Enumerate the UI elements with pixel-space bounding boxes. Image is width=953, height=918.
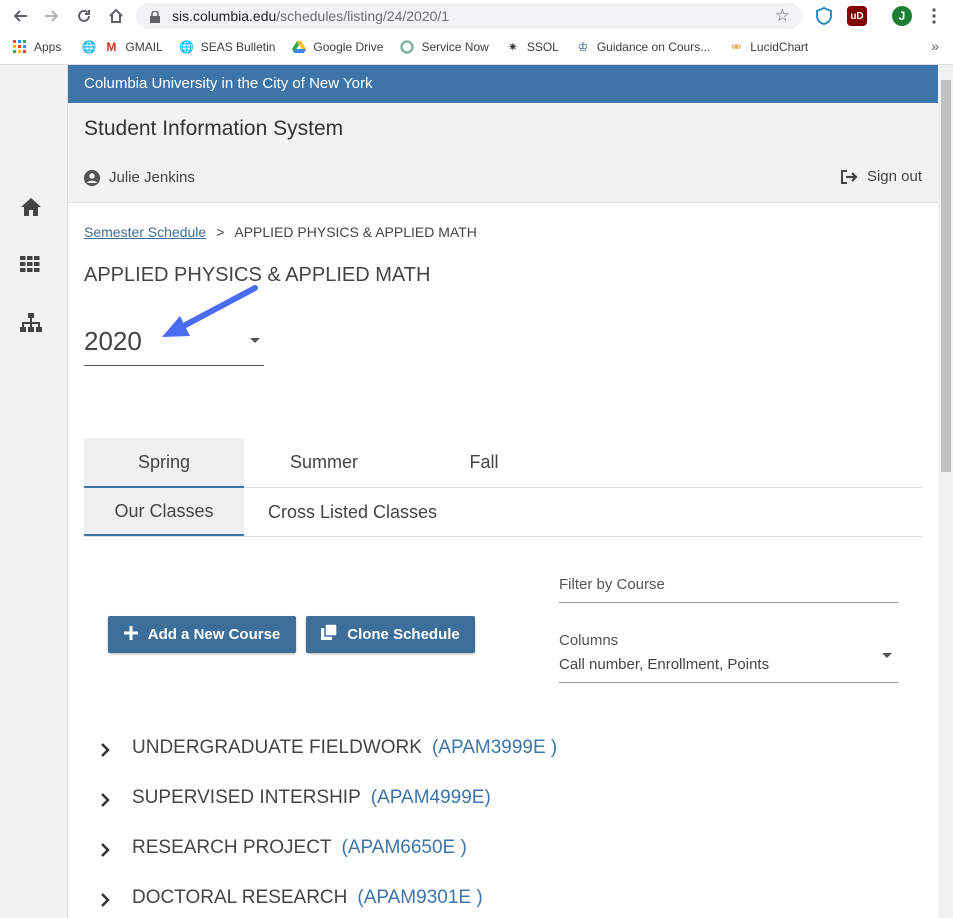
extension-shield-icon[interactable]: [814, 6, 834, 26]
tab-fall[interactable]: Fall: [404, 438, 564, 486]
list-item[interactable]: DOCTORAL RESEARCH (APAM9301E ): [100, 883, 483, 913]
sign-out-button[interactable]: Sign out: [840, 168, 922, 185]
course-name: DOCTORAL RESEARCH: [132, 887, 348, 908]
bookmark-google-drive[interactable]: Google Drive: [291, 36, 383, 58]
user-info: Julie Jenkins: [84, 169, 195, 186]
scrollbar-thumb[interactable]: [941, 80, 951, 472]
profile-avatar[interactable]: J: [892, 6, 912, 26]
left-nav-rail: [0, 65, 68, 918]
bookmark-lucidchart[interactable]: ⚮ LucidChart: [728, 36, 808, 58]
chevron-right-icon: [100, 741, 110, 757]
filter-placeholder: Filter by Course: [559, 576, 665, 593]
forward-arrow-icon[interactable]: [40, 4, 64, 28]
course-name: SUPERVISED INTERSHIP: [132, 787, 361, 808]
tab-cross-listed-classes[interactable]: Cross Listed Classes: [244, 488, 461, 536]
university-banner: Columbia University in the City of New Y…: [68, 65, 938, 103]
bookmark-gmail[interactable]: 🌐 M GMAIL: [81, 36, 163, 58]
course-code: (APAM3999E ): [431, 737, 558, 758]
lock-icon: [150, 10, 160, 23]
browser-toolbar: sis.columbia.edu/schedules/listing/24/20…: [0, 0, 953, 32]
user-circle-icon: [84, 169, 100, 186]
course-code: (APAM4999E): [370, 787, 491, 808]
url-host: sis.columbia.edu: [172, 8, 277, 24]
plus-icon: [123, 625, 138, 645]
clone-schedule-button[interactable]: Clone Schedule: [306, 616, 475, 653]
lucidchart-icon: ⚮: [731, 40, 742, 54]
caret-down-icon: [882, 653, 892, 658]
bookmark-label: SSOL: [526, 40, 559, 54]
bookmark-label: Service Now: [421, 40, 489, 54]
bookmark-ssol[interactable]: ✷ SSOL: [505, 36, 559, 58]
columns-select[interactable]: Columns Call number, Enrollment, Points: [559, 624, 898, 683]
bookmark-label: LucidChart: [750, 40, 809, 54]
chevron-right-icon: [100, 841, 110, 857]
semester-tabs: Spring Summer Fall: [84, 438, 922, 488]
bookmark-guidance[interactable]: ♔ Guidance on Cours...: [575, 36, 710, 58]
bookmarks-bar: Apps 🌐 M GMAIL 🌐 SEAS Bulletin Google Driv…: [0, 34, 953, 60]
bookmark-apps[interactable]: Apps: [12, 36, 61, 58]
menu-dots-icon[interactable]: [922, 4, 946, 28]
course-code: (APAM6650E ): [341, 837, 467, 858]
annotation-arrow-icon: [162, 285, 258, 337]
tab-summer[interactable]: Summer: [244, 438, 404, 486]
breadcrumb-current: APPLIED PHYSICS & APPLIED MATH: [234, 224, 477, 240]
columns-label: Columns: [559, 632, 619, 649]
home-icon[interactable]: [20, 197, 46, 219]
tab-spring[interactable]: Spring: [84, 438, 244, 488]
ssol-icon: ✷: [507, 40, 518, 54]
course-code: (APAM9301E ): [357, 887, 483, 908]
gmail-icon: M: [106, 40, 117, 54]
globe-icon: 🌐: [179, 40, 195, 54]
tab-our-classes[interactable]: Our Classes: [84, 488, 244, 536]
bookmark-service-now[interactable]: Service Now: [399, 36, 489, 58]
bookmark-star-icon[interactable]: ☆: [775, 6, 790, 26]
user-name: Julie Jenkins: [109, 169, 195, 186]
chevron-right-icon: [100, 791, 110, 807]
filter-by-course-input[interactable]: Filter by Course: [559, 566, 898, 603]
clone-schedule-label: Clone Schedule: [347, 626, 460, 643]
breadcrumb: Semester Schedule > APPLIED PHYSICS & AP…: [84, 224, 477, 240]
globe-icon: 🌐: [81, 40, 97, 54]
bookmark-label: SEAS Bulletin: [200, 40, 276, 54]
ublock-icon[interactable]: uD: [847, 6, 867, 26]
bookmark-label: GMAIL: [125, 40, 163, 54]
service-now-icon: [399, 39, 415, 55]
course-name: UNDERGRADUATE FIELDWORK: [132, 737, 422, 758]
sign-out-label: Sign out: [866, 168, 922, 185]
system-title: Student Information System: [84, 117, 344, 140]
class-tabs: Our Classes Cross Listed Classes: [84, 488, 922, 537]
url-path: /schedules/listing/24/2020/1: [276, 8, 450, 24]
list-item[interactable]: SUPERVISED INTERSHIP (APAM4999E): [100, 783, 491, 813]
back-arrow-icon[interactable]: [8, 4, 32, 28]
reload-icon[interactable]: [72, 4, 96, 28]
course-name: RESEARCH PROJECT: [132, 837, 332, 858]
sitemap-icon[interactable]: [20, 313, 46, 335]
home-icon[interactable]: [104, 4, 128, 28]
columns-value: Call number, Enrollment, Points: [559, 656, 770, 673]
add-course-label: Add a New Course: [147, 626, 281, 643]
columbia-crown-icon: ♔: [577, 40, 589, 54]
year-select-value: 2020: [84, 326, 142, 356]
apps-grid-icon: [12, 39, 28, 55]
bookmark-label: Google Drive: [313, 40, 384, 54]
list-item[interactable]: UNDERGRADUATE FIELDWORK (APAM3999E ): [100, 733, 557, 763]
bookmark-label: Apps: [34, 40, 62, 54]
bookmark-seas-bulletin[interactable]: 🌐 SEAS Bulletin: [179, 36, 276, 58]
sign-out-icon: [840, 169, 858, 184]
bookmarks-overflow-button[interactable]: »: [931, 38, 939, 54]
add-course-button[interactable]: Add a New Course: [108, 616, 296, 653]
grid-icon[interactable]: [20, 256, 46, 278]
sis-header: Student Information System Julie Jenkins…: [68, 103, 938, 203]
breadcrumb-separator: >: [216, 224, 225, 240]
breadcrumb-link-semester-schedule[interactable]: Semester Schedule: [84, 224, 206, 240]
copy-icon: [321, 623, 338, 645]
bookmark-label: Guidance on Cours...: [596, 40, 711, 54]
list-item[interactable]: RESEARCH PROJECT (APAM6650E ): [100, 833, 467, 863]
address-bar[interactable]: sis.columbia.edu/schedules/listing/24/20…: [136, 3, 802, 29]
google-drive-icon: [291, 39, 307, 55]
chevron-right-icon: [100, 891, 110, 907]
